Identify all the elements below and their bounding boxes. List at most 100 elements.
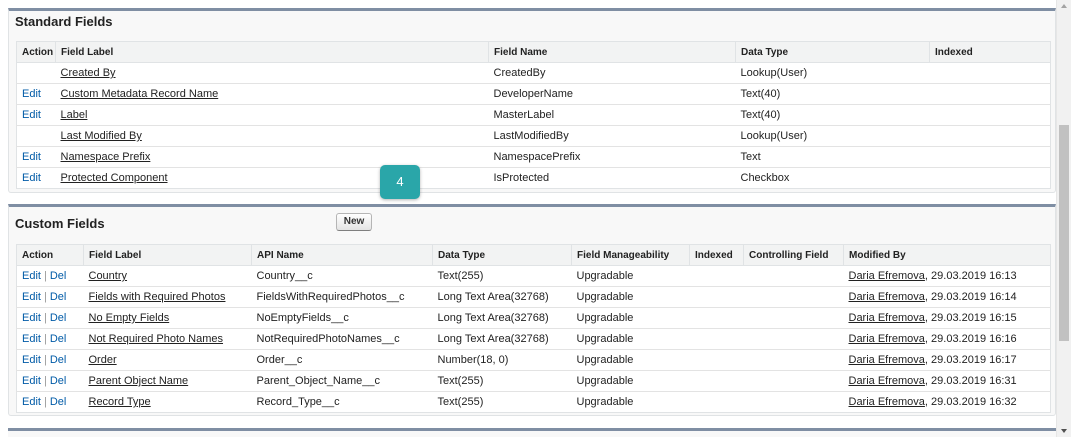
table-row: Last Modified By LastModifiedBy Lookup(Use… bbox=[16, 125, 1051, 147]
custom-fields-body: Edit | Del Country Country__c Text(255) Upgrad… bbox=[16, 265, 1051, 413]
table-row: Edit | Del Record Type Record_Type__c Text(25… bbox=[17, 392, 1051, 413]
data-type-cell: Lookup(User) bbox=[735, 125, 930, 147]
custom-fields-table: Action Field Label API Name Data Type Fi… bbox=[16, 244, 1051, 413]
row-action-cell: Edit | Del bbox=[16, 286, 84, 308]
api-name-cell: FieldsWithRequiredPhotos__c bbox=[251, 286, 433, 308]
column-header[interactable]: Field Name bbox=[488, 41, 736, 63]
vertical-scrollbar[interactable] bbox=[1056, 0, 1071, 437]
edit-link[interactable]: Edit bbox=[22, 333, 41, 345]
delete-link[interactable]: Del bbox=[50, 396, 67, 408]
delete-link[interactable]: Del bbox=[50, 291, 67, 303]
field-label-link[interactable]: Order bbox=[89, 354, 117, 366]
modified-by-user-link[interactable]: Daria Efremova bbox=[849, 354, 925, 366]
field-label-cell: No Empty Fields bbox=[83, 307, 252, 329]
edit-link[interactable]: Edit bbox=[22, 312, 41, 324]
column-header[interactable]: Indexed bbox=[929, 41, 1051, 63]
manageability-cell: Upgradable bbox=[571, 328, 690, 350]
scrollbar-thumb[interactable] bbox=[1059, 125, 1069, 341]
field-label-cell: Protected Component bbox=[56, 168, 489, 189]
action-separator: | bbox=[43, 312, 47, 324]
scroll-down-arrow-icon[interactable] bbox=[1061, 429, 1067, 433]
delete-link[interactable]: Del bbox=[50, 270, 67, 282]
table-row: Edit | Del Parent Object Name Parent_Object_… bbox=[16, 370, 1051, 392]
table-row: Edit Label MasterLabel Text(40) bbox=[16, 104, 1051, 126]
controlling-field-cell bbox=[743, 349, 844, 371]
custom-fields-title: Custom Fields bbox=[15, 216, 105, 231]
edit-link[interactable]: Edit bbox=[22, 396, 41, 408]
edit-link[interactable]: Edit bbox=[22, 109, 41, 121]
table-row: Edit Namespace Prefix NamespacePrefix Text bbox=[16, 146, 1051, 168]
field-label-link[interactable]: Label bbox=[61, 109, 88, 121]
manageability-cell: Upgradable bbox=[576, 396, 634, 408]
scroll-up-arrow-icon[interactable] bbox=[1061, 4, 1067, 8]
edit-link[interactable]: Edit bbox=[22, 375, 41, 387]
modified-by-cell: Daria Efremova, 29.03.2019 16:14 bbox=[843, 286, 1051, 308]
field-label-link[interactable]: Country bbox=[89, 270, 128, 282]
column-header[interactable]: Data Type bbox=[735, 41, 930, 63]
modified-by-user-link[interactable]: Daria Efremova bbox=[849, 291, 925, 303]
edit-link[interactable]: Edit bbox=[22, 151, 41, 163]
modified-by-cell: Daria Efremova, 29.03.2019 16:32 bbox=[844, 392, 1051, 413]
data-type-cell: Text(40) bbox=[735, 83, 930, 105]
edit-link[interactable]: Edit bbox=[22, 88, 41, 100]
column-header[interactable]: Modified By bbox=[843, 244, 1051, 266]
column-header[interactable]: Data Type bbox=[432, 244, 572, 266]
delete-link[interactable]: Del bbox=[50, 354, 67, 366]
table-row: Edit | Del No Empty Fields NoEmptyFields__c L… bbox=[16, 307, 1051, 329]
indexed-cell bbox=[689, 328, 744, 350]
edit-link[interactable]: Edit bbox=[22, 354, 41, 366]
column-header[interactable]: Controlling Field bbox=[743, 244, 844, 266]
modified-by-cell: Daria Efremova, 29.03.2019 16:13 bbox=[843, 265, 1051, 287]
modified-by-user-link[interactable]: Daria Efremova bbox=[849, 375, 925, 387]
column-header[interactable]: Indexed bbox=[689, 244, 744, 266]
column-header[interactable]: Field Label bbox=[83, 244, 252, 266]
row-action-cell: Edit | Del bbox=[16, 307, 84, 329]
field-label-link[interactable]: Fields with Required Photos bbox=[89, 291, 226, 303]
delete-link[interactable]: Del bbox=[50, 312, 67, 324]
modified-date: , 29.03.2019 16:32 bbox=[924, 396, 1017, 408]
data-type-cell: Text(255) bbox=[437, 396, 484, 408]
standard-fields-title: Standard Fields bbox=[15, 14, 113, 29]
indexed-cell bbox=[689, 349, 744, 371]
data-type-cell: Long Text Area(32768) bbox=[432, 328, 572, 350]
field-label-link[interactable]: Custom Metadata Record Name bbox=[61, 88, 219, 100]
field-label-link[interactable]: Created By bbox=[61, 67, 116, 79]
field-label-link[interactable]: Last Modified By bbox=[61, 130, 142, 142]
delete-link[interactable]: Del bbox=[50, 375, 67, 387]
field-label-cell: Created By bbox=[55, 62, 489, 84]
column-header[interactable]: API Name bbox=[251, 244, 433, 266]
column-header[interactable]: Field Label bbox=[55, 41, 489, 63]
field-name-cell: NamespacePrefix bbox=[488, 146, 736, 168]
edit-link[interactable]: Edit bbox=[22, 270, 41, 282]
action-separator: | bbox=[43, 396, 47, 408]
data-type-cell: Text bbox=[735, 146, 930, 168]
modified-by-user-link[interactable]: Daria Efremova bbox=[849, 312, 925, 324]
field-label-link[interactable]: Namespace Prefix bbox=[61, 151, 151, 163]
indexed-cell bbox=[929, 146, 1051, 168]
new-field-button[interactable]: New bbox=[336, 213, 372, 231]
field-label-link[interactable]: Not Required Photo Names bbox=[89, 333, 224, 345]
edit-link[interactable]: Edit bbox=[22, 291, 41, 303]
modified-by-user-link[interactable]: Daria Efremova bbox=[849, 270, 925, 282]
table-header-row: Action Field Label API Name Data Type Fi… bbox=[16, 244, 1051, 266]
table-header-row: Action Field Label Field Name Data Type … bbox=[16, 41, 1051, 63]
field-label-link[interactable]: Protected Component bbox=[61, 172, 168, 184]
field-label-cell: Record Type bbox=[84, 392, 252, 413]
field-label-cell: Parent Object Name bbox=[83, 370, 252, 392]
data-type-cell: Long Text Area(32768) bbox=[432, 307, 572, 329]
column-header[interactable]: Field Manageability bbox=[571, 244, 690, 266]
modified-by-user-link[interactable]: Daria Efremova bbox=[849, 396, 925, 408]
row-action-cell: Edit | Del bbox=[16, 349, 84, 371]
api-name-cell: Order__c bbox=[251, 349, 433, 371]
standard-fields-body: Created By CreatedBy Lookup(User) Edit Custo… bbox=[16, 62, 1051, 189]
modified-by-user-link[interactable]: Daria Efremova bbox=[849, 333, 925, 345]
field-label-cell: Order bbox=[83, 349, 252, 371]
api-name-cell: Parent_Object_Name__c bbox=[251, 370, 433, 392]
edit-link[interactable]: Edit bbox=[22, 172, 41, 184]
field-label-link[interactable]: Parent Object Name bbox=[89, 375, 189, 387]
field-label-link[interactable]: No Empty Fields bbox=[89, 312, 170, 324]
modified-by-cell: Daria Efremova, 29.03.2019 16:17 bbox=[843, 349, 1051, 371]
row-action-cell: Edit bbox=[16, 146, 56, 168]
field-label-link[interactable]: Record Type bbox=[89, 396, 151, 408]
delete-link[interactable]: Del bbox=[50, 333, 67, 345]
